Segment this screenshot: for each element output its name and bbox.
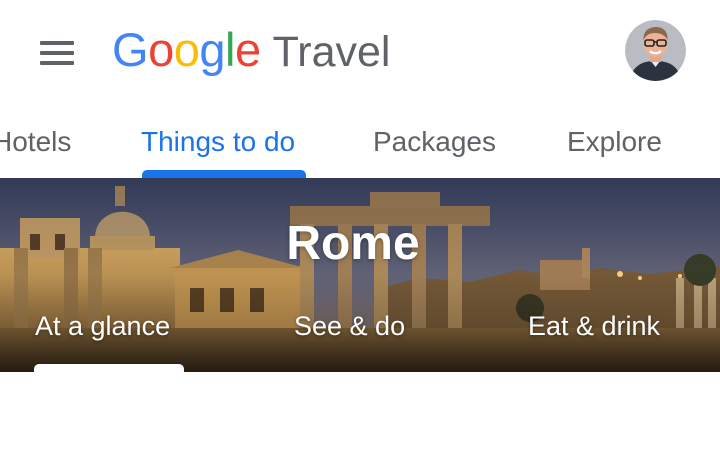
tab-hotels[interactable]: Hotels — [0, 126, 71, 158]
google-wordmark: Google — [112, 22, 261, 77]
destination-title: Rome — [286, 217, 420, 270]
active-tab-indicator — [142, 170, 306, 178]
hamburger-menu-icon[interactable] — [34, 34, 80, 72]
tab-eat-and-drink[interactable]: Eat & drink — [528, 311, 660, 342]
logo-letter: e — [234, 23, 261, 76]
logo-letter: l — [224, 23, 235, 76]
tab-packages[interactable]: Packages — [373, 126, 496, 158]
hero-active-tab-indicator — [34, 364, 184, 372]
logo-letter: o — [173, 23, 200, 76]
tab-see-and-do[interactable]: See & do — [294, 311, 405, 342]
google-travel-logo[interactable]: Google Travel — [112, 22, 390, 82]
logo-letter: g — [199, 23, 225, 76]
user-avatar[interactable] — [625, 20, 686, 81]
logo-letter: G — [112, 23, 149, 76]
avatar-icon — [625, 20, 686, 81]
tab-things-to-do[interactable]: Things to do — [141, 126, 295, 158]
rome-forum-image — [0, 178, 720, 372]
main-tabs: Hotels Things to do Packages Explore — [0, 110, 720, 178]
tab-at-a-glance[interactable]: At a glance — [35, 311, 170, 342]
page-content — [0, 372, 720, 470]
destination-hero: Rome At a glance See & do Eat & drink — [0, 178, 720, 372]
product-name: Travel — [272, 28, 391, 76]
tab-explore[interactable]: Explore — [567, 126, 662, 158]
logo-letter: o — [148, 23, 174, 76]
